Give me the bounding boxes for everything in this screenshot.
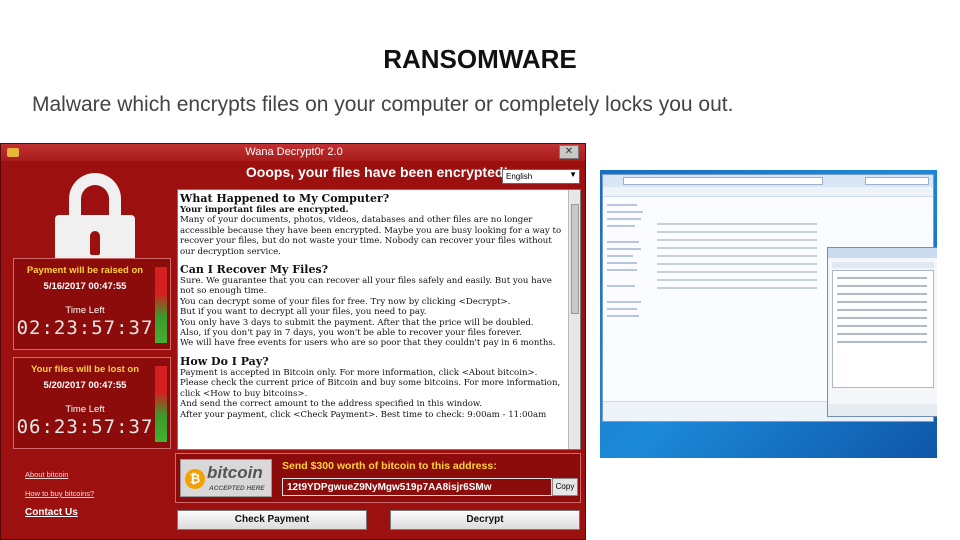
scrollbar-thumb[interactable] [571,204,579,314]
explorer-screenshot [600,170,937,458]
time-left-label: Time Left [65,404,105,415]
time-left-label: Time Left [65,305,105,316]
countdown: 06:23:57:37 [16,416,154,438]
file-row [657,223,817,225]
slide-subtitle: Malware which encrypts files on your com… [32,93,734,116]
decrypt-button[interactable]: Decrypt [390,510,580,530]
message-line: You only have 3 days to submit the payme… [180,317,534,328]
explorer-toolbar [603,187,933,197]
file-row [657,271,817,273]
chevron-down-icon: ▼ [569,170,577,179]
file-row [657,255,817,257]
explorer-window [602,174,937,422]
explorer-address-bar [603,175,933,187]
file-row [657,239,817,241]
payment-raise-timer: Payment will be raised on 5/16/2017 00:4… [13,258,171,350]
timer-progress-bar [155,267,167,343]
contact-us-link[interactable]: Contact Us [25,507,78,518]
file-row [657,231,817,233]
section-heading: How Do I Pay? [180,354,269,368]
payment-box: ₿ bitcoin ACCEPTED HERE Send $300 worth … [175,453,581,503]
message-line: not so enough time. [180,286,267,297]
accepted-here-text: ACCEPTED HERE [209,485,265,492]
ransom-message-panel[interactable]: What Happened to My Computer? Your impor… [177,189,581,450]
message-line: Please check the current price of Bitcoi… [180,378,561,389]
message-line: But if you want to decrypt all your file… [180,307,427,318]
message-line: You can decrypt some of your files for f… [180,296,511,307]
section-heading: Can I Recover My Files? [180,263,329,277]
files-lost-timer: Your files will be lost on 5/20/2017 00:… [13,357,171,449]
message-line: We will have free events for users who a… [180,338,556,349]
window-title: Wana Decrypt0r 2.0 [245,146,343,158]
timer-heading: Payment will be raised on [26,265,144,276]
payment-instruction: Send $300 worth of bitcoin to this addre… [282,460,497,472]
bitcoin-icon: ₿ [185,469,205,489]
message-line: After your payment, click <Check Payment… [180,409,547,420]
file-row [657,263,817,265]
bitcoin-address-field[interactable]: 12t9YDPgwueZ9NyMgw519p7AA8isjr6SMw [282,478,552,496]
message-line: click <How to buy bitcoins>. [180,388,308,399]
message-scrollbar[interactable] [568,190,580,449]
message-line: Your important files are encrypted. [180,205,349,215]
wannacry-window: Wana Decrypt0r 2.0 ✕ Payment will be rai… [0,143,586,540]
file-row [657,287,817,289]
message-line: Payment is accepted in Bitcoin only. For… [180,367,538,378]
task-manager-window [827,247,937,417]
timer-date: 5/20/2017 00:47:55 [43,380,127,391]
timer-date: 5/16/2017 00:47:55 [43,281,127,292]
message-line: our decryption service. [180,246,281,257]
copy-button[interactable]: Copy [552,478,578,496]
file-row [657,247,817,249]
explorer-navigation-pane [607,199,651,322]
ransom-message: What Happened to My Computer? Your impor… [180,192,566,420]
language-value: English [506,172,533,181]
timer-heading: Your files will be lost on [30,364,140,375]
how-to-buy-link[interactable]: How to buy bitcoins? [25,489,94,498]
timer-progress-bar [155,366,167,442]
bitcoin-logo: ₿ bitcoin ACCEPTED HERE [180,459,272,497]
message-line: And send the correct amount to the addre… [180,399,482,410]
file-row [657,279,817,281]
slide-title: RANSOMWARE [383,44,577,74]
window-titlebar[interactable]: Wana Decrypt0r 2.0 ✕ [1,144,585,161]
language-select[interactable]: English ▼ [502,169,580,184]
message-line: Sure. We guarantee that you can recover … [180,276,552,287]
message-line: accessible because they have been encryp… [180,225,562,236]
message-line: recover your files, but do not waste you… [180,236,552,247]
countdown: 02:23:57:37 [16,317,154,339]
message-line: Many of your documents, photos, videos, … [180,215,533,226]
desktop-background [600,426,937,458]
bitcoin-word: bitcoin [207,463,263,482]
message-line: Also, if you don't pay in 7 days, you wo… [180,328,522,339]
check-payment-button[interactable]: Check Payment [177,510,367,530]
about-bitcoin-link[interactable]: About bitcoin [25,470,68,479]
section-heading: What Happened to My Computer? [180,192,390,205]
close-icon[interactable]: ✕ [559,145,579,159]
